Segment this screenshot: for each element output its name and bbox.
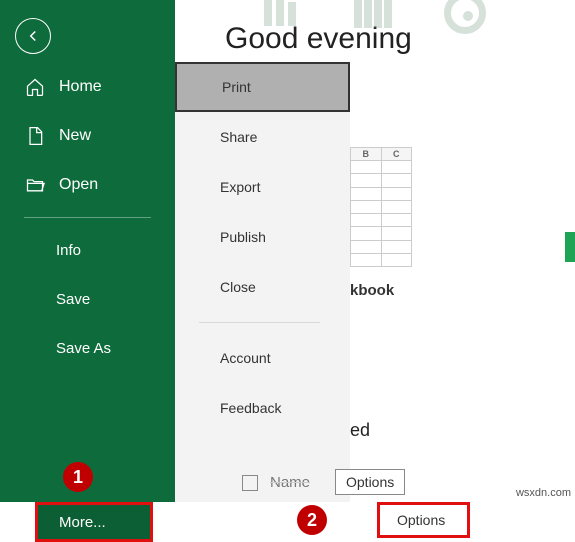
checkbox-icon[interactable] xyxy=(242,475,258,491)
submenu-item-feedback[interactable]: Feedback xyxy=(175,383,350,433)
submenu-label: Publish xyxy=(220,229,266,245)
open-folder-icon xyxy=(25,175,45,195)
sidebar-item-home[interactable]: Home xyxy=(0,62,175,111)
submenu-label: Feedback xyxy=(220,400,281,416)
workbook-thumbnail[interactable]: BC xyxy=(350,147,412,267)
sidebar-item-new[interactable]: New xyxy=(0,111,175,160)
submenu-separator xyxy=(199,322,320,323)
name-column-header[interactable]: Name xyxy=(242,474,310,491)
back-button[interactable] xyxy=(15,18,51,54)
step-badge-1: 1 xyxy=(63,462,93,492)
submenu-label: Print xyxy=(222,79,251,95)
submenu-item-print[interactable]: Print xyxy=(175,62,350,112)
arrow-left-icon xyxy=(24,27,42,45)
sidebar-label: More... xyxy=(59,514,106,531)
new-file-icon xyxy=(25,126,45,146)
sidebar-label: Save xyxy=(56,291,90,308)
submenu-label: Account xyxy=(220,350,271,366)
submenu-label: Close xyxy=(220,279,256,295)
submenu-label: Share xyxy=(220,129,257,145)
submenu-item-options[interactable]: Options xyxy=(380,505,467,535)
sidebar-item-save[interactable]: Save xyxy=(0,275,175,324)
sidebar-label: Info xyxy=(56,242,81,259)
pinned-label-fragment: ed xyxy=(350,420,370,441)
sheet-tab-accent xyxy=(565,232,575,262)
submenu-item-share[interactable]: Share xyxy=(175,112,350,162)
submenu-label: Options xyxy=(397,512,445,528)
home-icon xyxy=(25,77,45,97)
template-icons xyxy=(260,0,486,34)
more-submenu: Print Share Export Publish Close Account… xyxy=(175,62,350,502)
highlight-box-1: More... xyxy=(35,502,153,542)
step-badge-2: 2 xyxy=(297,505,327,535)
sidebar-item-info[interactable]: Info xyxy=(0,226,175,275)
submenu-item-publish[interactable]: Publish xyxy=(175,212,350,262)
submenu-item-close[interactable]: Close xyxy=(175,262,350,312)
sidebar-label: New xyxy=(59,127,91,145)
sidebar-nav: Home New Open Info Save Save As More... xyxy=(0,62,175,502)
sidebar-item-saveas[interactable]: Save As xyxy=(0,324,175,373)
sidebar-separator xyxy=(24,217,151,218)
sidebar-label: Home xyxy=(59,78,102,96)
main-content: BC kbook ed Name Options xyxy=(350,62,575,502)
sidebar-item-open[interactable]: Open xyxy=(0,160,175,209)
col-header: B xyxy=(351,148,382,161)
highlight-box-2: Options xyxy=(377,502,470,538)
col-header: C xyxy=(381,148,412,161)
sidebar-label: Open xyxy=(59,176,98,194)
submenu-label: Export xyxy=(220,179,260,195)
sidebar-label: Save As xyxy=(56,340,111,357)
submenu-item-account[interactable]: Account xyxy=(175,333,350,383)
submenu-item-export[interactable]: Export xyxy=(175,162,350,212)
name-header-label: Name xyxy=(270,474,310,491)
workbook-label: kbook xyxy=(350,282,394,299)
sidebar-item-more[interactable]: More... xyxy=(38,505,150,539)
watermark: wsxdn.com xyxy=(516,487,571,499)
options-tooltip: Options xyxy=(335,469,405,495)
